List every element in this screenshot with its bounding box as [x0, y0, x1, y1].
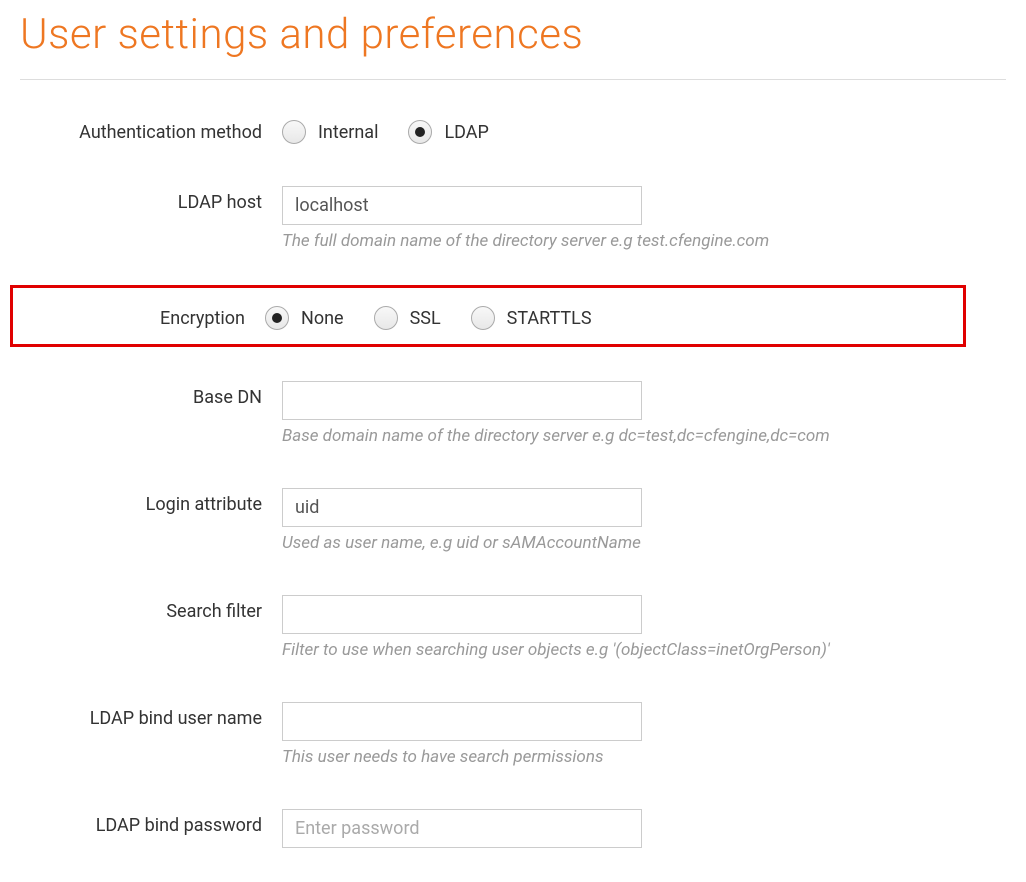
ldap-host-label: LDAP host: [20, 186, 282, 213]
radio-encryption-starttls[interactable]: [471, 306, 495, 330]
bind-user-input[interactable]: [282, 702, 642, 741]
ldap-host-row: LDAP host The full domain name of the di…: [20, 178, 1006, 259]
bind-password-label: LDAP bind password: [20, 809, 282, 836]
auth-method-radio-group: Internal LDAP: [282, 116, 1006, 144]
base-dn-input[interactable]: [282, 381, 642, 420]
login-attribute-row: Login attribute Used as user name, e.g u…: [20, 480, 1006, 561]
bind-user-help: This user needs to have search permissio…: [282, 747, 1006, 767]
login-attribute-input[interactable]: [282, 488, 642, 527]
ldap-host-help: The full domain name of the directory se…: [282, 231, 1006, 251]
encryption-label: Encryption: [13, 302, 265, 329]
base-dn-help: Base domain name of the directory server…: [282, 426, 1006, 446]
base-dn-row: Base DN Base domain name of the director…: [20, 373, 1006, 454]
auth-method-label: Authentication method: [20, 116, 282, 143]
radio-auth-internal-label: Internal: [318, 122, 378, 143]
radio-encryption-ssl[interactable]: [374, 306, 398, 330]
bind-user-label: LDAP bind user name: [20, 702, 282, 729]
ldap-host-input[interactable]: [282, 186, 642, 225]
login-attribute-label: Login attribute: [20, 488, 282, 515]
radio-auth-internal[interactable]: [282, 120, 306, 144]
radio-auth-ldap-label: LDAP: [444, 122, 488, 143]
search-filter-row: Search filter Filter to use when searchi…: [20, 587, 1006, 668]
search-filter-input[interactable]: [282, 595, 642, 634]
radio-encryption-none-label: None: [301, 308, 344, 329]
encryption-radio-group: None SSL STARTTLS: [265, 302, 963, 330]
page-title: User settings and preferences: [20, 10, 1006, 59]
divider: [20, 79, 1006, 80]
search-filter-label: Search filter: [20, 595, 282, 622]
base-dn-label: Base DN: [20, 381, 282, 408]
radio-encryption-starttls-label: STARTTLS: [507, 308, 592, 329]
bind-password-input[interactable]: [282, 809, 642, 848]
login-attribute-help: Used as user name, e.g uid or sAMAccount…: [282, 533, 1006, 553]
bind-user-row: LDAP bind user name This user needs to h…: [20, 694, 1006, 775]
search-filter-help: Filter to use when searching user object…: [282, 640, 1006, 660]
radio-encryption-none[interactable]: [265, 306, 289, 330]
encryption-row: Encryption None SSL STARTTLS: [13, 302, 963, 330]
bind-password-row: LDAP bind password: [20, 801, 1006, 856]
auth-method-row: Authentication method Internal LDAP: [20, 108, 1006, 152]
radio-encryption-ssl-label: SSL: [410, 308, 441, 329]
encryption-highlight-box: Encryption None SSL STARTTLS: [10, 285, 966, 347]
radio-auth-ldap[interactable]: [408, 120, 432, 144]
